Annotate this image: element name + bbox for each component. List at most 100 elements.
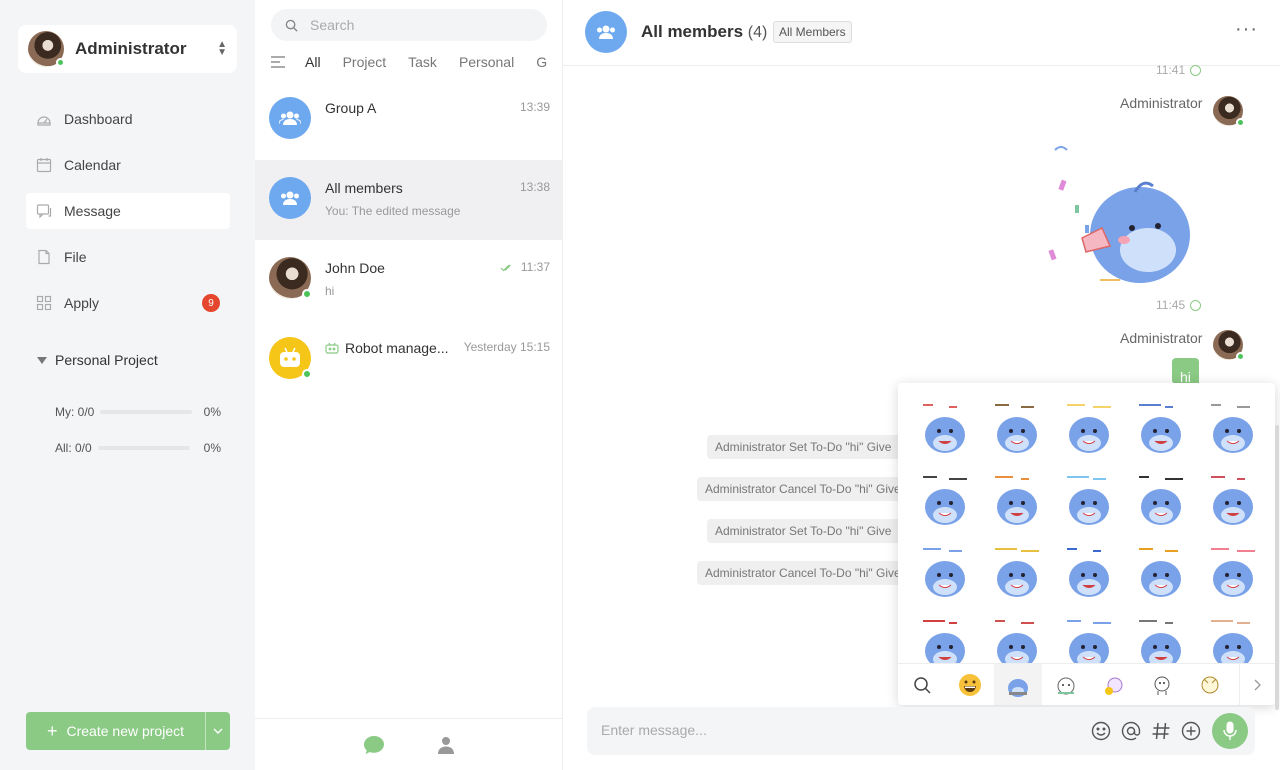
avatar bbox=[1213, 330, 1245, 361]
sticker-item[interactable] bbox=[980, 608, 1052, 663]
dolphin-sticker-icon bbox=[995, 620, 1037, 663]
project-heading: Personal Project bbox=[55, 352, 158, 368]
sticker-item[interactable] bbox=[908, 392, 980, 464]
progress-label: My: 0/0 bbox=[55, 405, 95, 419]
sticker-item[interactable] bbox=[1196, 464, 1268, 536]
add-attachment-icon[interactable] bbox=[1179, 719, 1203, 743]
conversation-item[interactable]: John Doe 11:37 hi bbox=[255, 240, 562, 320]
sticker-item[interactable] bbox=[1052, 392, 1124, 464]
nav-item-calendar[interactable]: Calendar bbox=[26, 147, 230, 183]
emoji-tab[interactable] bbox=[946, 664, 994, 706]
message-sender: Administrator bbox=[1120, 95, 1203, 111]
message-time: 11:45 bbox=[1156, 298, 1202, 312]
sticker-item[interactable] bbox=[1124, 464, 1196, 536]
nav-item-dashboard[interactable]: Dashboard bbox=[26, 101, 230, 137]
personal-project-toggle[interactable]: Personal Project bbox=[37, 352, 158, 368]
app-window: Administrator ▲ ▼ Dashboard Calendar Mess… bbox=[0, 0, 1280, 770]
more-options-icon[interactable]: ··· bbox=[1235, 19, 1258, 39]
create-project-button[interactable]: + Create new project bbox=[26, 712, 205, 750]
dolphin-sticker-icon bbox=[923, 476, 967, 525]
chevron-right-icon[interactable] bbox=[1239, 663, 1275, 705]
dolphin-sticker-icon bbox=[995, 548, 1039, 597]
online-status-dot bbox=[302, 289, 312, 299]
sticker-item[interactable] bbox=[980, 392, 1052, 464]
project-progress-my: My: 0/0 0% bbox=[55, 405, 221, 419]
sticker-item[interactable] bbox=[908, 464, 980, 536]
plus-icon: + bbox=[46, 721, 58, 741]
conversation-item[interactable]: Robot manage... Yesterday 15:15 bbox=[255, 320, 562, 400]
mention-icon[interactable] bbox=[1119, 719, 1143, 743]
conversation-item[interactable]: All members 13:38 You: The edited messag… bbox=[255, 160, 562, 240]
sticker-item[interactable] bbox=[1052, 608, 1124, 663]
sticker-item[interactable] bbox=[1052, 536, 1124, 608]
sticker-item[interactable] bbox=[1196, 536, 1268, 608]
panel-bottom-bar bbox=[255, 718, 562, 770]
sticker-pack-tab-4[interactable] bbox=[1138, 664, 1186, 706]
sticker-item[interactable] bbox=[1052, 464, 1124, 536]
filter-tab-task[interactable]: Task bbox=[408, 54, 437, 70]
read-check-icon bbox=[500, 264, 511, 272]
contacts-icon[interactable] bbox=[437, 736, 455, 754]
list-menu-icon[interactable] bbox=[271, 56, 285, 68]
sticker-item[interactable] bbox=[1124, 608, 1196, 663]
system-notice: Administrator Cancel To-Do "hi" Give bbox=[697, 561, 907, 585]
sticker-pack-tab-2[interactable] bbox=[1042, 664, 1090, 706]
system-notice: Administrator Set To-Do "hi" Give bbox=[707, 519, 907, 543]
user-switcher[interactable]: Administrator ▲ ▼ bbox=[18, 25, 237, 73]
main-nav: Dashboard Calendar Message File Apply 9 bbox=[26, 101, 230, 331]
filter-tab-project[interactable]: Project bbox=[343, 54, 387, 70]
dolphin-sticker-icon bbox=[1211, 476, 1253, 525]
caret-down-icon bbox=[37, 356, 47, 364]
member-count: (4) bbox=[747, 24, 768, 41]
group-avatar bbox=[585, 11, 627, 53]
sticker-item[interactable] bbox=[1124, 392, 1196, 464]
sticker-pack-tab-dolphin[interactable] bbox=[994, 663, 1042, 705]
sticker-item[interactable] bbox=[1124, 536, 1196, 608]
sticker-item[interactable] bbox=[1196, 608, 1268, 663]
dolphin-sticker-icon bbox=[1008, 678, 1028, 697]
message-input[interactable]: Enter message... bbox=[587, 707, 1255, 755]
emoji-icon[interactable] bbox=[1089, 719, 1113, 743]
calendar-icon bbox=[36, 158, 52, 173]
filter-tab-group[interactable]: G bbox=[536, 54, 547, 70]
cartoon-sticker-icon bbox=[1105, 677, 1123, 695]
message-bubble[interactable]: hi bbox=[1172, 358, 1199, 384]
system-notice: Administrator Cancel To-Do "hi" Give bbox=[697, 477, 907, 501]
voice-record-button[interactable] bbox=[1212, 713, 1248, 749]
sticker-pack-tab-3[interactable] bbox=[1090, 664, 1138, 706]
grinning-face-icon bbox=[959, 673, 981, 696]
sticker-pack-tab-5[interactable] bbox=[1186, 664, 1234, 706]
sticker-item[interactable] bbox=[980, 464, 1052, 536]
hashtag-icon[interactable] bbox=[1149, 719, 1173, 743]
chat-bubble-icon[interactable] bbox=[363, 735, 385, 755]
group-icon bbox=[281, 191, 299, 205]
progress-label: All: 0/0 bbox=[55, 441, 92, 455]
nav-item-file[interactable]: File bbox=[26, 239, 230, 275]
sticker-item[interactable] bbox=[980, 536, 1052, 608]
nav-item-apply[interactable]: Apply 9 bbox=[26, 285, 230, 321]
filter-tab-all[interactable]: All bbox=[305, 54, 321, 70]
create-project-dropdown[interactable] bbox=[205, 712, 230, 750]
avatar bbox=[28, 31, 65, 67]
sticker-item[interactable] bbox=[1196, 392, 1268, 464]
conversation-name: All members bbox=[325, 180, 403, 196]
message-time-text: 11:45 bbox=[1156, 298, 1186, 312]
conversation-preview: hi bbox=[325, 284, 335, 298]
conversation-time: 11:37 bbox=[520, 260, 550, 274]
chat-title-text: All members bbox=[641, 22, 744, 41]
conversation-item[interactable]: Group A 13:39 bbox=[255, 80, 562, 160]
dolphin-sticker-icon bbox=[923, 404, 965, 453]
sticker-item[interactable] bbox=[908, 536, 980, 608]
dolphin-sticker-icon bbox=[1067, 404, 1111, 453]
sticker-search-tab[interactable] bbox=[898, 664, 946, 706]
dolphin-sticker-icon bbox=[1211, 548, 1255, 597]
nav-label: Calendar bbox=[64, 157, 121, 173]
filter-tab-personal[interactable]: Personal bbox=[459, 54, 514, 70]
scrollbar[interactable] bbox=[1275, 425, 1279, 710]
nav-item-message[interactable]: Message bbox=[26, 193, 230, 229]
search-input[interactable]: Search bbox=[271, 9, 547, 41]
group-icon bbox=[597, 25, 615, 39]
conversation-time: 13:39 bbox=[519, 100, 550, 114]
sticker-dolphin-party[interactable] bbox=[1040, 140, 1200, 285]
sticker-item[interactable] bbox=[908, 608, 980, 663]
